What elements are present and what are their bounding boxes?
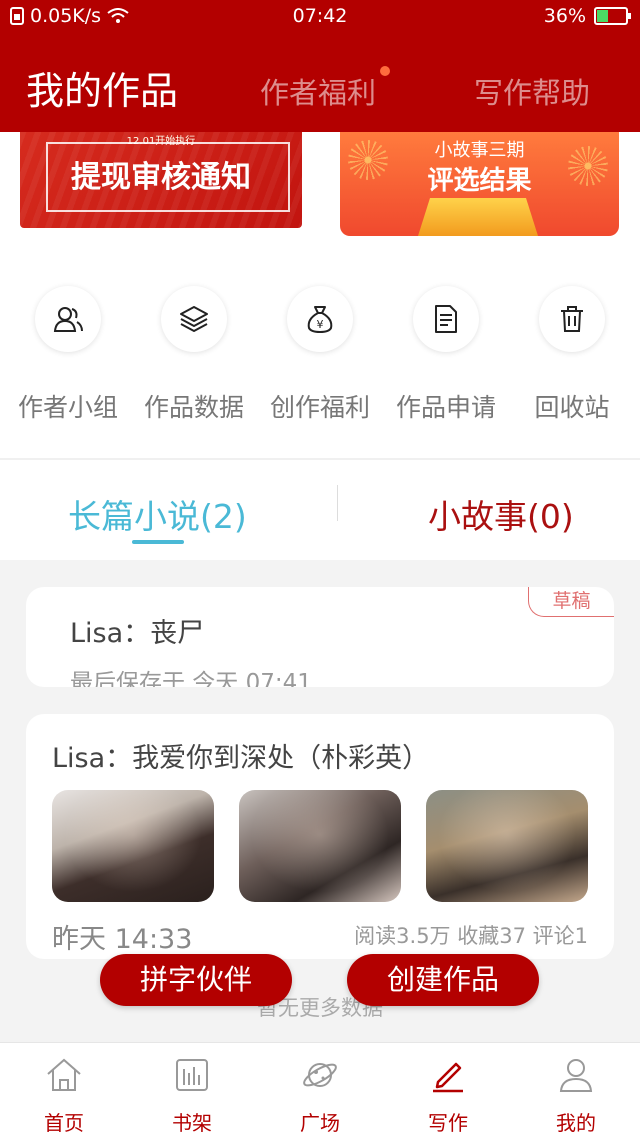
tab-separator (337, 485, 338, 521)
banner-left-title: 提现审核通知 (71, 160, 251, 195)
nav-write[interactable]: 写作 (384, 1055, 512, 1136)
trash-icon (539, 286, 605, 352)
header-tabs: 我的作品 作者福利 写作帮助 (0, 56, 640, 116)
app-header: 0.05K/s 07:42 36% 我的作品 作者福利 写作帮助 (0, 0, 640, 132)
banner-withdraw-notice[interactable]: 12.01开始执行 提现审核通知 (20, 132, 302, 228)
work-title: Lisa：我爱你到深处（朴彩英） (52, 743, 430, 774)
work-title: Lisa：丧尸 (70, 618, 205, 649)
action-works-data[interactable]: 作品数据 (130, 286, 258, 424)
action-label: 作品数据 (143, 393, 244, 422)
nav-label: 广场 (300, 1111, 340, 1135)
nav-label: 书架 (172, 1111, 212, 1135)
user-icon (559, 1059, 593, 1092)
work-image (239, 790, 401, 902)
pen-icon (433, 1062, 463, 1093)
notification-dot (380, 66, 390, 76)
nav-home[interactable]: 首页 (0, 1055, 128, 1136)
svg-text:¥: ¥ (317, 318, 324, 331)
banner-right-subtitle: 小故事三期 (434, 140, 525, 161)
action-works-apply[interactable]: 作品申请 (382, 286, 510, 424)
work-date: 昨天 14:33 (52, 924, 193, 955)
action-label: 作品申请 (395, 393, 496, 422)
draft-badge: 草稿 (528, 587, 614, 617)
layers-icon (161, 286, 227, 352)
home-icon (47, 1058, 81, 1091)
nav-bookshelf[interactable]: 书架 (128, 1055, 256, 1136)
tab-my-works[interactable]: 我的作品 (26, 60, 178, 115)
work-card-draft[interactable]: Lisa：丧尸 最后保存于 今天 07:41 草稿 (26, 587, 614, 687)
work-image (426, 790, 588, 902)
planet-icon (303, 1063, 337, 1087)
tab-short-stories[interactable]: 小故事(0) (428, 490, 574, 538)
status-bar: 0.05K/s 07:42 36% (0, 0, 640, 34)
bottom-nav: 首页 书架 广场 写作 我的 (0, 1042, 640, 1138)
action-label: 回收站 (534, 393, 610, 422)
action-creation-benefits[interactable]: ¥ 创作福利 (256, 286, 384, 424)
tab-author-benefits[interactable]: 作者福利 (260, 70, 376, 112)
nav-label: 我的 (556, 1111, 596, 1135)
action-author-group[interactable]: 作者小组 (4, 286, 132, 424)
action-label: 创作福利 (269, 393, 370, 422)
create-work-button[interactable]: 创建作品 (347, 954, 539, 1006)
section-divider (0, 458, 640, 460)
nav-plaza[interactable]: 广场 (256, 1055, 384, 1136)
word-partner-button[interactable]: 拼字伙伴 (100, 954, 292, 1006)
work-stats: 阅读3.5万 收藏37 评论1 (354, 924, 588, 948)
users-icon (35, 286, 101, 352)
work-card-published[interactable]: Lisa：我爱你到深处（朴彩英） 昨天 14:33 阅读3.5万 收藏37 评论… (26, 714, 614, 959)
tab-long-novels[interactable]: 长篇小说(2) (68, 490, 247, 538)
action-label: 作者小组 (17, 393, 118, 422)
nav-label: 写作 (428, 1111, 468, 1135)
banner-right-title: 评选结果 (427, 166, 532, 196)
no-more-data-text: 暂无更多数据 (257, 996, 383, 1020)
nav-label: 首页 (44, 1111, 84, 1135)
battery-fill (597, 10, 608, 22)
document-icon (413, 286, 479, 352)
status-right: 36% (543, 5, 631, 27)
banner-stage (418, 198, 538, 236)
work-saved-time: 最后保存于 今天 07:41 (70, 670, 312, 687)
bookshelf-icon (176, 1059, 208, 1091)
money-bag-icon: ¥ (287, 286, 353, 352)
active-tab-indicator (132, 540, 184, 544)
action-recycle-bin[interactable]: 回收站 (508, 286, 636, 424)
battery-percent: 36% (543, 5, 586, 27)
battery-icon (594, 7, 631, 25)
quick-actions: 作者小组 作品数据 ¥ 创作福利 作品申请 回收站 (0, 286, 640, 436)
banner-story-results[interactable]: 小故事三期 评选结果 (340, 132, 619, 236)
nav-mine[interactable]: 我的 (512, 1055, 640, 1136)
tab-writing-help[interactable]: 写作帮助 (474, 70, 590, 112)
work-image (52, 790, 214, 902)
